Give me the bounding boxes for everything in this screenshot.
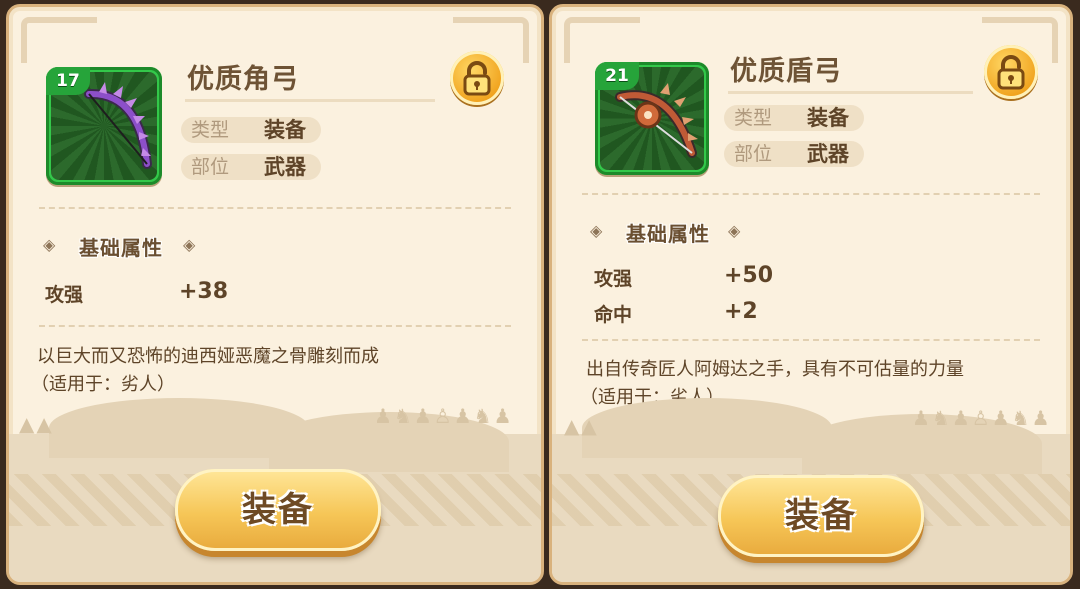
- corner-ornament: [21, 17, 97, 63]
- description-line: 出自传奇匠人阿姆达之手，具有不可估量的力量: [586, 359, 964, 380]
- stat-value: +38: [179, 279, 229, 304]
- slot-label: 部位: [734, 143, 773, 165]
- item-name: 优质盾弓: [730, 56, 842, 87]
- type-label: 类型: [191, 119, 230, 141]
- crowd-silhouette-icon: ♟♞♟♙♟♞♟: [374, 404, 514, 428]
- divider: [39, 325, 511, 327]
- section-title: 基础属性: [79, 236, 163, 260]
- item-card-right: 21 优质盾弓 类型 装备 部位 武器 ◈ 基础属性 ◈ 攻强 +50 命中 +…: [549, 4, 1073, 585]
- stat-label: 命中: [594, 304, 633, 326]
- slot-value: 武器: [264, 155, 306, 179]
- type-row: 类型 装备: [724, 105, 864, 131]
- name-underline: [185, 99, 435, 102]
- chevron-left-icon: ◈: [590, 221, 603, 240]
- tree-icon: ▲▲: [564, 414, 599, 438]
- divider: [39, 207, 511, 209]
- tree-icon: ▲▲: [19, 412, 54, 436]
- item-name: 优质角弓: [187, 64, 299, 95]
- stat-value: +2: [724, 299, 758, 324]
- chevron-right-icon: ◈: [183, 235, 196, 254]
- type-row: 类型 装备: [181, 117, 321, 143]
- slot-label: 部位: [191, 156, 230, 178]
- level-badge: 17: [46, 67, 90, 95]
- description-line: 以巨大而又恐怖的迪西娅恶魔之骨雕刻而成: [37, 346, 379, 367]
- type-value: 装备: [807, 106, 849, 130]
- equip-button[interactable]: 装备: [718, 475, 924, 557]
- description-line: （适用于：劣人）: [31, 374, 175, 395]
- divider: [582, 193, 1040, 195]
- chevron-left-icon: ◈: [43, 235, 56, 254]
- padlock-icon: [463, 61, 491, 96]
- stat-label: 攻强: [594, 268, 633, 290]
- equip-button[interactable]: 装备: [175, 469, 381, 551]
- slot-row: 部位 武器: [724, 141, 864, 167]
- level-badge: 21: [595, 62, 639, 90]
- chevron-right-icon: ◈: [728, 221, 741, 240]
- stat-value: +50: [724, 263, 774, 288]
- lock-button[interactable]: [984, 45, 1038, 99]
- slot-row: 部位 武器: [181, 154, 321, 180]
- item-icon-frame: 21: [595, 62, 709, 175]
- divider: [582, 339, 1040, 341]
- corner-ornament: [564, 17, 640, 63]
- item-icon-frame: 17: [46, 67, 162, 185]
- type-value: 装备: [264, 118, 306, 142]
- slot-value: 武器: [807, 142, 849, 166]
- item-card-left: 17 优质角弓 类型 装备 部位 武器 ◈ 基础属性 ◈ 攻强 +38 以巨大而…: [6, 4, 544, 585]
- padlock-icon: [997, 55, 1025, 90]
- name-underline: [728, 91, 973, 94]
- stat-label: 攻强: [45, 284, 84, 306]
- lock-button[interactable]: [450, 51, 504, 105]
- section-title: 基础属性: [626, 222, 710, 246]
- type-label: 类型: [734, 107, 773, 129]
- crowd-silhouette-icon: ♟♞♟♙♟♞♟: [912, 406, 1052, 430]
